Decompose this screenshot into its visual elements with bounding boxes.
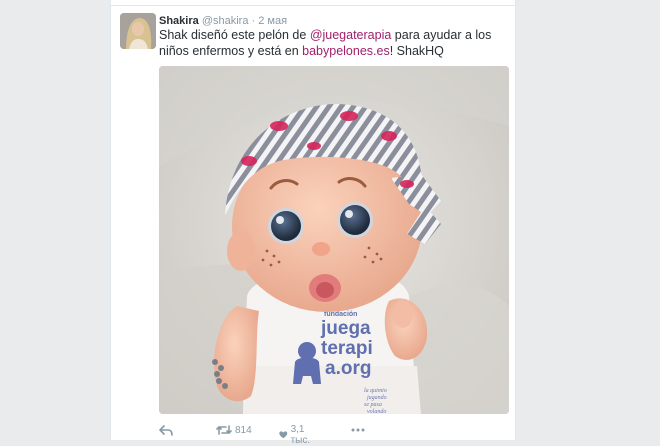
tweet-header: Shakira @shakira · 2 мая	[159, 14, 287, 28]
shirt-tagline-1: la quimio	[364, 388, 387, 394]
tweet-photo[interactable]: fundación juega terapi a.org la quimio j…	[159, 66, 509, 414]
shirt-logo-line-2: juega	[320, 318, 371, 339]
retweet-icon	[216, 425, 232, 435]
tweet-text: Shak diseñó este pelón de @juegaterapia …	[159, 28, 509, 59]
heart-icon	[279, 431, 288, 439]
url-link[interactable]: babypelones.es	[302, 44, 390, 58]
mention-link[interactable]: @juegaterapia	[310, 28, 392, 42]
more-icon	[351, 428, 365, 432]
reply-button[interactable]	[159, 424, 173, 436]
like-button[interactable]: 3,1 тыс.	[279, 424, 315, 446]
shirt-tagline-3: se pasa	[364, 402, 382, 408]
like-count: 3,1 тыс.	[290, 424, 311, 446]
tweet-card: Shakira @shakira · 2 мая Shak diseñó est…	[110, 0, 516, 446]
divider	[111, 5, 515, 6]
retweet-button[interactable]: 814	[216, 424, 252, 436]
shirt-logo-line-3: terapi	[321, 338, 373, 359]
tweet-date[interactable]: 2 мая	[258, 15, 287, 27]
retweet-count: 814	[235, 424, 252, 436]
tweet-text-suffix: ! ShakHQ	[389, 43, 444, 58]
shirt-logo-line-1: fundación	[324, 311, 357, 318]
separator: ·	[251, 15, 256, 27]
author-handle[interactable]: @shakira	[202, 15, 249, 27]
shirt-logo-line-4: a.org	[325, 358, 371, 379]
author-name[interactable]: Shakira	[159, 15, 199, 27]
tweet-text-prefix: Shak diseñó este pelón de	[159, 28, 310, 42]
more-button[interactable]	[351, 424, 365, 436]
reply-icon	[159, 425, 173, 436]
shirt-tagline-2: jugando	[366, 395, 387, 401]
shirt-tagline-4: volando	[367, 409, 386, 414]
avatar[interactable]	[120, 13, 156, 49]
